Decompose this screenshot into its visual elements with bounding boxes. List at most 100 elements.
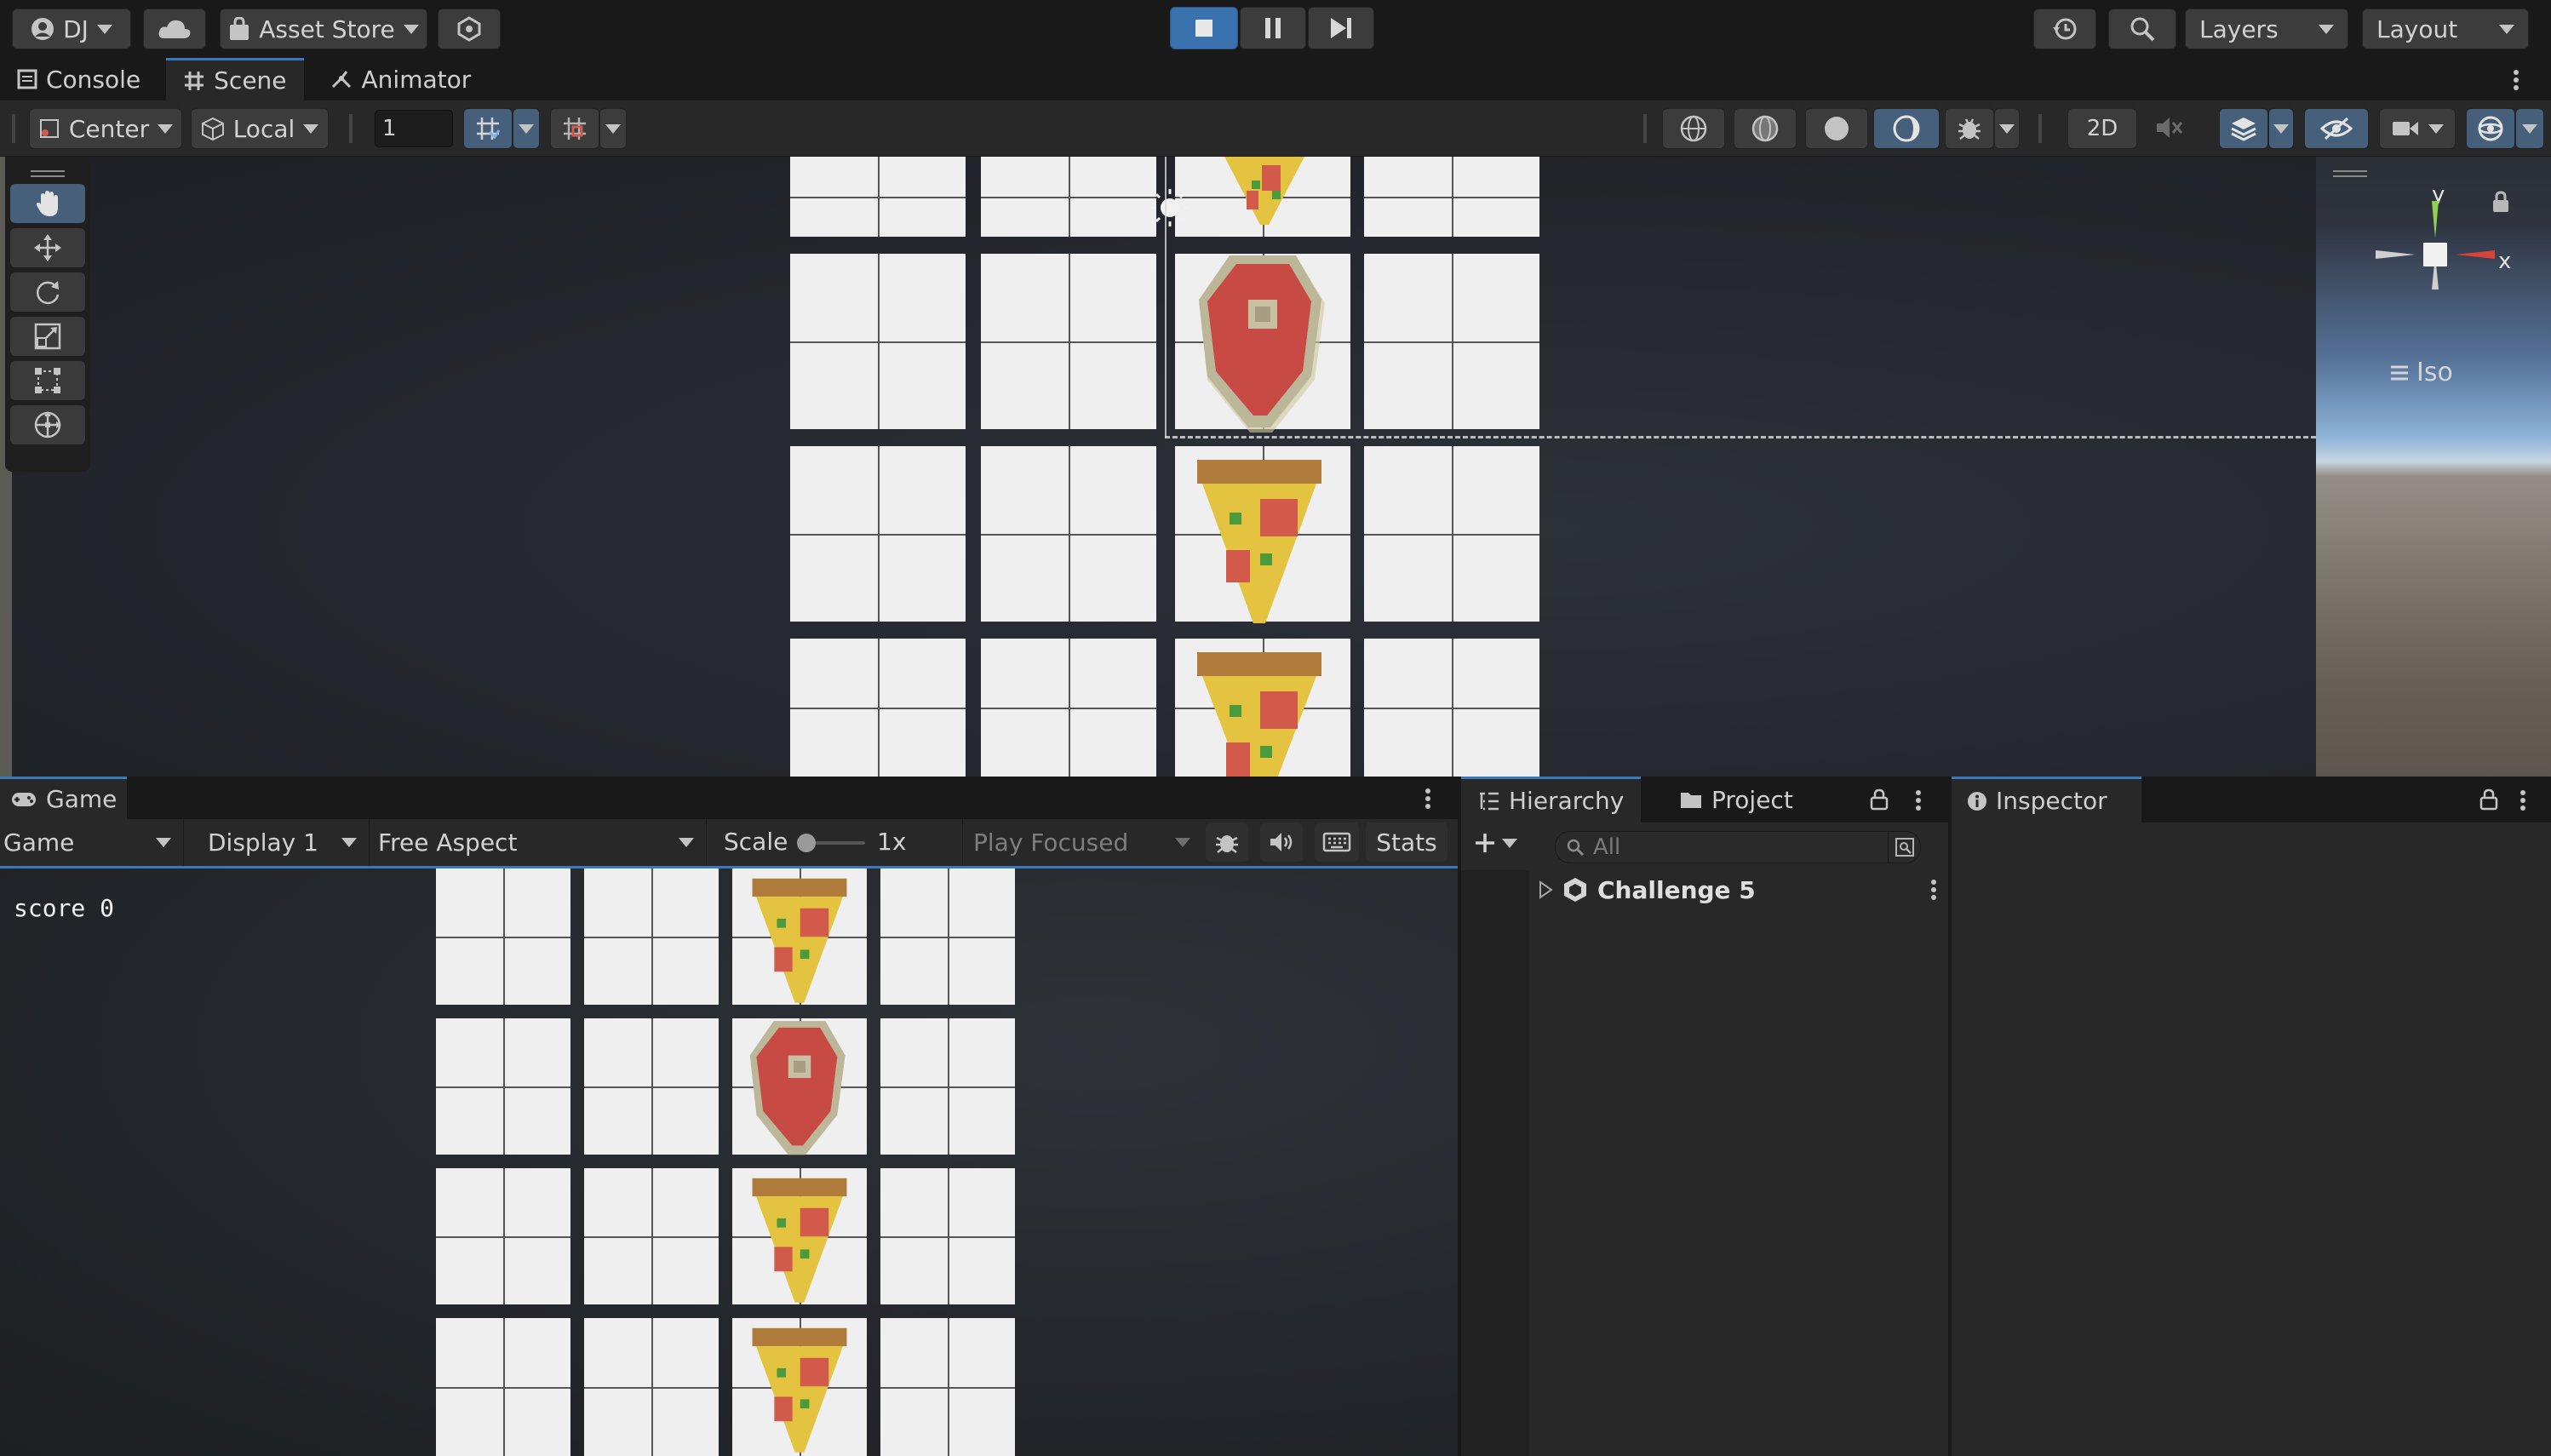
pizza-slice-object[interactable] — [1195, 651, 1323, 777]
wireframe-sphere-icon — [1680, 115, 1707, 142]
game-view-select[interactable]: Game — [0, 819, 184, 866]
account-label: DJ — [63, 14, 89, 43]
lit-sphere-icon — [1893, 115, 1920, 142]
tab-console[interactable]: Console — [0, 58, 158, 100]
shaded-draw-mode-button[interactable] — [1805, 108, 1868, 149]
expand-arrow-icon[interactable] — [1538, 880, 1553, 899]
board-tile — [880, 1318, 1015, 1456]
pizza-slice-object[interactable] — [751, 1327, 848, 1453]
toolbar-grip — [349, 114, 353, 143]
more-options-icon[interactable] — [1424, 787, 1432, 811]
scene-orientation-gizmo[interactable]: y x Iso — [2316, 157, 2551, 777]
pizza-slice-object[interactable] — [751, 1177, 848, 1303]
layout-dropdown[interactable]: Layout — [2362, 9, 2529, 49]
step-button[interactable] — [1308, 7, 1374, 49]
audio-toggle-button[interactable] — [2154, 114, 2197, 145]
pivot-center-dropdown[interactable]: Center — [29, 108, 182, 149]
shaded-wireframe-button[interactable] — [1734, 108, 1797, 149]
board-tile — [790, 446, 966, 622]
more-options-icon[interactable] — [1914, 788, 1923, 812]
play-button[interactable] — [1170, 7, 1238, 49]
shield-powerup-object[interactable] — [744, 1018, 855, 1161]
pause-button[interactable] — [1240, 7, 1306, 49]
shaded-wire-sphere-icon — [1751, 115, 1779, 142]
increment-snap-dropdown[interactable] — [599, 108, 627, 149]
account-dropdown[interactable]: DJ — [12, 9, 131, 49]
unlit-draw-mode-button[interactable] — [1873, 108, 1940, 149]
package-icon — [457, 16, 481, 42]
tab-scene[interactable]: Scene — [166, 58, 304, 100]
transform-tool-button[interactable] — [10, 405, 85, 444]
cloud-button[interactable] — [143, 9, 206, 49]
search-type-button[interactable] — [1888, 832, 1920, 863]
stats-label: Stats — [1376, 828, 1437, 857]
sun-light-icon[interactable] — [1146, 182, 1189, 233]
tab-project[interactable]: Project — [1662, 777, 1810, 823]
move-tool-button[interactable] — [10, 228, 85, 267]
effects-dropdown[interactable] — [2268, 108, 2294, 149]
search-button[interactable] — [2108, 9, 2176, 49]
package-button[interactable] — [438, 9, 501, 49]
hand-tool-button[interactable] — [10, 184, 85, 223]
axis-gizmo-icon[interactable] — [2367, 191, 2503, 327]
cloud-icon — [158, 20, 191, 38]
projection-toggle[interactable]: Iso — [2389, 358, 2453, 387]
more-options-icon[interactable] — [2519, 788, 2527, 812]
tab-game[interactable]: Game — [0, 777, 128, 819]
scale-slider[interactable] — [797, 834, 865, 852]
gizmo-debug-button[interactable] — [1206, 823, 1248, 862]
score-text: score 0 — [14, 894, 115, 922]
increment-snap-button[interactable] — [550, 108, 599, 149]
debug-draw-dropdown[interactable] — [1994, 108, 2020, 149]
board-tile — [981, 639, 1156, 777]
add-object-button[interactable] — [1473, 831, 1517, 855]
aspect-select[interactable]: Free Aspect — [371, 819, 707, 866]
keyboard-shortcuts-button[interactable] — [1315, 823, 1359, 862]
toggle-2d-button[interactable]: 2D — [2067, 108, 2137, 149]
info-icon — [1968, 791, 1986, 811]
effects-button[interactable] — [2219, 108, 2268, 149]
scene-view[interactable]: y x Iso — [0, 157, 2551, 777]
stats-button[interactable]: Stats — [1366, 823, 1447, 862]
tab-animator[interactable]: Animator — [312, 58, 489, 100]
layers-dropdown[interactable]: Layers — [2185, 9, 2348, 49]
display-select[interactable]: Display 1 — [189, 819, 370, 866]
grid-size-input[interactable] — [375, 110, 453, 147]
cube-icon — [201, 117, 224, 140]
hierarchy-search-input[interactable]: All — [1555, 831, 1921, 863]
scene-tab-strip: Console Scene Animator — [0, 58, 2551, 100]
chevron-down-icon — [156, 838, 171, 847]
lock-icon[interactable] — [1870, 788, 1889, 811]
game-view[interactable]: score 0 — [0, 868, 1458, 1456]
shield-powerup-object[interactable] — [1192, 252, 1333, 436]
scale-slider-thumb[interactable] — [797, 834, 816, 852]
board-tile — [1364, 254, 1539, 429]
pizza-slice-object[interactable] — [1195, 458, 1323, 623]
gizmos-button[interactable] — [2466, 108, 2515, 149]
wireframe-draw-mode-button[interactable] — [1662, 108, 1725, 149]
grid-snap-dropdown[interactable] — [513, 108, 540, 149]
scale-tool-button[interactable] — [10, 317, 85, 356]
lock-icon[interactable] — [2479, 788, 2498, 811]
rotate-tool-button[interactable] — [10, 272, 85, 312]
hierarchy-item-scene[interactable]: Challenge 5 — [1538, 872, 1938, 908]
history-button[interactable] — [2033, 9, 2096, 49]
pizza-slice-object[interactable] — [1209, 157, 1320, 228]
debug-draw-button[interactable] — [1945, 108, 1994, 149]
rect-tool-button[interactable] — [10, 361, 85, 400]
grid-snap-button[interactable] — [463, 108, 513, 149]
gizmos-dropdown[interactable] — [2515, 108, 2544, 149]
more-options-icon[interactable] — [2512, 68, 2525, 92]
scene-visibility-button[interactable] — [2304, 108, 2369, 149]
tab-inspector[interactable]: Inspector — [1952, 777, 2141, 823]
play-focus-select[interactable]: Play Focused — [962, 819, 1202, 866]
mute-audio-button[interactable] — [1260, 823, 1303, 862]
more-options-icon[interactable] — [1929, 878, 1938, 902]
asset-store-dropdown[interactable]: Asset Store — [220, 9, 427, 49]
camera-settings-button[interactable] — [2379, 108, 2456, 149]
tab-hierarchy[interactable]: Hierarchy — [1461, 777, 1642, 823]
pizza-slice-object[interactable] — [751, 877, 848, 1003]
console-icon — [17, 69, 37, 89]
space-local-dropdown[interactable]: Local — [191, 108, 329, 149]
chevron-down-icon — [1502, 838, 1517, 848]
